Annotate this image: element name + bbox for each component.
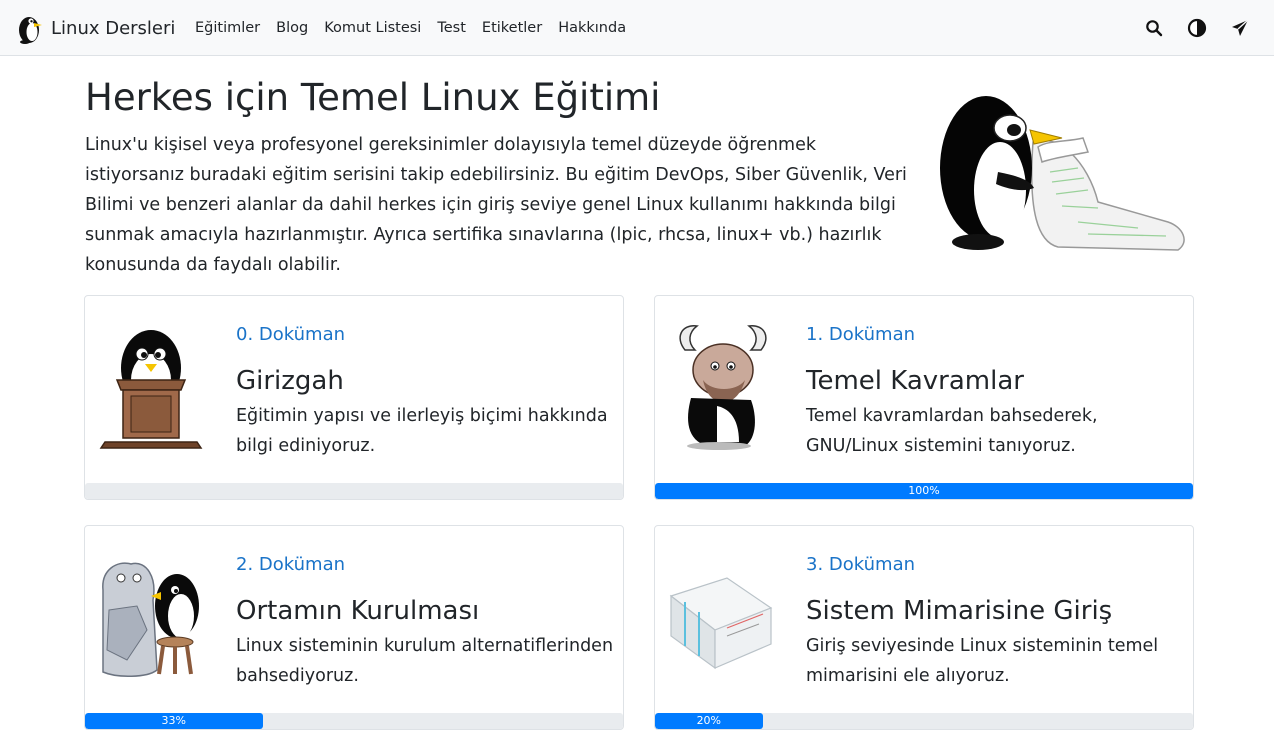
doc-number[interactable]: 3. Doküman bbox=[806, 554, 915, 575]
search-icon[interactable] bbox=[1142, 16, 1166, 40]
doc-number[interactable]: 1. Doküman bbox=[806, 324, 915, 345]
navbar: Linux Dersleri Eğitimler Blog Komut List… bbox=[0, 0, 1274, 56]
nav-link-egitimler[interactable]: Eğitimler bbox=[195, 20, 260, 36]
doc-title[interactable]: Girizgah bbox=[236, 366, 344, 396]
contrast-icon[interactable] bbox=[1185, 16, 1209, 40]
doc-card-1[interactable]: 1. Doküman Temel Kavramlar Temel kavraml… bbox=[654, 295, 1194, 500]
page-title: Herkes için Temel Linux Eğitimi bbox=[85, 76, 661, 119]
doc-description: Temel kavramlardan bahsederek, GNU/Linux… bbox=[806, 406, 1098, 456]
brand-link[interactable]: Linux Dersleri bbox=[15, 9, 175, 47]
nav-link-etiketler[interactable]: Etiketler bbox=[482, 20, 542, 36]
progress-bar: 100% bbox=[655, 483, 1193, 499]
progress-track bbox=[85, 483, 623, 499]
tux-podium-illustration bbox=[99, 330, 203, 449]
doc-title[interactable]: Ortamın Kurulması bbox=[236, 596, 479, 626]
doc-number[interactable]: 0. Doküman bbox=[236, 324, 345, 345]
progress-bar: 33% bbox=[85, 713, 263, 729]
nav-link-test[interactable]: Test bbox=[437, 20, 466, 36]
send-icon[interactable] bbox=[1228, 16, 1252, 40]
progress-track: 100% bbox=[655, 483, 1193, 499]
progress-bar: 20% bbox=[655, 713, 763, 729]
progress-track: 33% bbox=[85, 713, 623, 729]
nav-links: Eğitimler Blog Komut Listesi Test Etiket… bbox=[195, 0, 642, 56]
gnu-tux-illustration bbox=[679, 325, 767, 450]
brand-name: Linux Dersleri bbox=[51, 17, 176, 39]
doc-title[interactable]: Sistem Mimarisine Giriş bbox=[806, 596, 1112, 626]
doc-description: Giriş seviyesinde Linux sisteminin temel… bbox=[806, 636, 1159, 686]
nav-link-blog[interactable]: Blog bbox=[276, 20, 308, 36]
tux-sculptor-illustration bbox=[102, 562, 199, 677]
nav-link-hakkinda[interactable]: Hakkında bbox=[558, 20, 626, 36]
doc-description: Linux sisteminin kurulum alternatiflerin… bbox=[236, 636, 614, 686]
nav-link-komut-listesi[interactable]: Komut Listesi bbox=[324, 20, 421, 36]
doc-title[interactable]: Temel Kavramlar bbox=[806, 366, 1024, 396]
doc-card-2[interactable]: 2. Doküman Ortamın Kurulması Linux siste… bbox=[84, 525, 624, 730]
progress-track: 20% bbox=[655, 713, 1193, 729]
doc-card-3[interactable]: 3. Doküman Sistem Mimarisine Giriş Giriş… bbox=[654, 525, 1194, 730]
doc-number[interactable]: 2. Doküman bbox=[236, 554, 345, 575]
tux-logo-icon bbox=[19, 17, 42, 44]
hero-description: Linux'u kişisel veya profesyonel gereksi… bbox=[85, 135, 907, 275]
system-layers-illustration bbox=[669, 577, 773, 670]
nav-icons bbox=[1123, 16, 1252, 40]
doc-card-0[interactable]: 0. Doküman Girizgah Eğitimin yapısı ve i… bbox=[84, 295, 624, 500]
tux-reading-scroll-illustration bbox=[940, 96, 1185, 251]
doc-description: Eğitimin yapısı ve ilerleyiş biçimi hakk… bbox=[236, 406, 608, 456]
